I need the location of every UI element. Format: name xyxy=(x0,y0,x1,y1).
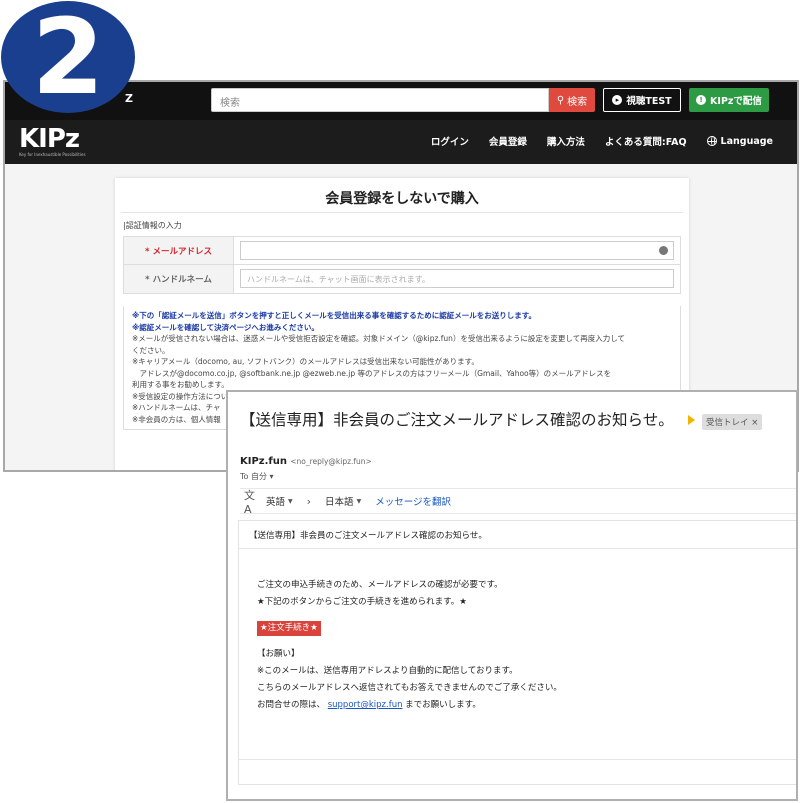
email-label: * メールアドレス xyxy=(124,237,234,264)
site-navbar: KIPz Key for Inexhaustible Possibilities… xyxy=(5,120,797,164)
key-icon xyxy=(659,246,668,255)
mail-window: 【送信専用】非会員のご注文メールアドレス確認のお知らせ。 受信トレイ × KIP… xyxy=(226,390,798,801)
mail-subject: 【送信専用】非会員のご注文メールアドレス確認のお知らせ。 xyxy=(240,411,674,429)
email-field[interactable] xyxy=(240,241,674,260)
target-language: 日本語 xyxy=(325,497,354,508)
form-divider xyxy=(121,212,683,213)
request-heading: 【お願い】 xyxy=(257,649,300,659)
support-email-link[interactable]: support@kipz.fun xyxy=(328,700,403,710)
search-button[interactable]: ⚲ 検索 xyxy=(549,88,595,112)
contact-prefix: お問合せの際は、 xyxy=(257,700,326,710)
nav-links: ログイン 会員登録 購入方法 よくある質問:FAQ Language xyxy=(431,134,773,149)
topbar-brand: Z xyxy=(125,92,133,105)
handle-row: * ハンドルネーム ハンドルネームは、チャット画面に表示されます。 xyxy=(124,265,680,293)
source-language: 英語 xyxy=(266,497,286,508)
source-language-select[interactable]: 英語 ▼ xyxy=(266,494,293,508)
chevron-right-icon: › xyxy=(306,494,312,508)
watch-test-label: 視聴TEST xyxy=(626,96,672,107)
notice-line: ください。 xyxy=(132,345,170,355)
handle-field[interactable]: ハンドルネームは、チャット画面に表示されます。 xyxy=(240,269,674,288)
nav-login[interactable]: ログイン xyxy=(431,134,469,148)
request-line: ※このメールは、送信専用アドレスより自動的に配信しております。 xyxy=(257,666,518,676)
kipz-logo[interactable]: KIPz Key for Inexhaustible Possibilities xyxy=(19,126,86,157)
stream-button[interactable]: ! KIPzで配信 xyxy=(689,88,769,112)
nav-how-to-buy[interactable]: 購入方法 xyxy=(547,134,585,148)
watch-test-button[interactable]: ▸ 視聴TEST xyxy=(603,88,681,112)
form-table: * メールアドレス * ハンドルネーム ハンドルネームは、チャット画面に表示され… xyxy=(123,236,681,294)
sender-address: <no_reply@kipz.fun> xyxy=(290,457,372,466)
search-icon: ⚲ xyxy=(556,94,565,106)
recipient-dropdown[interactable]: To 自分 ▾ xyxy=(240,471,274,482)
translate-bar: 文A 英語 ▼ › 日本語 ▼ メッセージを翻訳 xyxy=(240,488,796,516)
stream-label: KIPzで配信 xyxy=(710,96,762,107)
request-line: こちらのメールアドレスへ返信されてもお答えできませんのでご了承ください。 xyxy=(257,683,562,693)
nav-language-label: Language xyxy=(720,135,773,147)
form-title: 会員登録をしないで購入 xyxy=(325,191,479,207)
email-row: * メールアドレス xyxy=(124,237,680,265)
caret-down-icon: ▼ xyxy=(288,497,293,505)
sender-name: KIPz.fun xyxy=(240,456,288,467)
info-icon: ! xyxy=(696,95,707,105)
caret-down-icon: ▼ xyxy=(356,497,362,505)
body-line: ★下記のボタンからご注文の手続きを進められます。★ xyxy=(257,597,467,607)
mail-body-header: 【送信専用】非会員のご注文メールアドレス確認のお知らせ。 xyxy=(239,521,796,549)
mail-body-text: ご注文の申込手続きのため、メールアドレスの確認が必要です。 ★下記のボタンからご… xyxy=(257,577,562,714)
search-input[interactable]: 検索 xyxy=(211,88,549,112)
section-label: |認証情報の入力 xyxy=(123,221,182,230)
logo-mark: KIPz xyxy=(19,124,80,154)
important-marker-icon[interactable] xyxy=(688,415,695,425)
notice-line: アドレスが@docomo.co.jp, @softbank.ne.jp @ezw… xyxy=(132,368,612,378)
nav-language[interactable]: Language xyxy=(706,134,773,148)
search-button-label: 検索 xyxy=(567,96,588,108)
body-footer-divider xyxy=(239,759,796,760)
inbox-label-chip[interactable]: 受信トレイ × xyxy=(702,414,763,430)
contact-line: お問合せの際は、 support@kipz.fun までお願いします。 xyxy=(257,697,562,714)
contact-suffix: までお願いします。 xyxy=(405,700,481,710)
translate-icon: 文A xyxy=(244,488,255,516)
handle-label: * ハンドルネーム xyxy=(124,265,234,293)
target-language-select[interactable]: 日本語 ▼ xyxy=(325,494,361,508)
step-number-badge: 2 xyxy=(1,1,135,113)
mail-body: 【送信専用】非会員のご注文メールアドレス確認のお知らせ。 ご注文の申込手続きのた… xyxy=(238,520,796,785)
body-line: ご注文の申込手続きのため、メールアドレスの確認が必要です。 xyxy=(257,580,503,590)
notice-line: ※キャリアメール（docomo, au, ソフトバンク）のメールアドレスは受信出… xyxy=(132,357,479,366)
globe-icon xyxy=(706,136,717,146)
nav-register[interactable]: 会員登録 xyxy=(489,134,527,148)
sender-line: KIPz.fun <no_reply@kipz.fun> xyxy=(240,456,372,467)
nav-faq[interactable]: よくある質問:FAQ xyxy=(605,134,687,148)
notice-line: ※メールが受信されない場合は、迷惑メールや受信拒否設定を確認。対象ドメイン（@k… xyxy=(132,334,625,343)
play-icon: ▸ xyxy=(612,95,623,105)
notice-line: ※下の「認証メールを送信」ボタンを押すと正しくメールを受信出来る事を確認するため… xyxy=(132,311,537,320)
translate-message-link[interactable]: メッセージを翻訳 xyxy=(375,494,451,508)
logo-tagline: Key for Inexhaustible Possibilities xyxy=(19,152,86,157)
order-procedure-button[interactable]: ★注文手続き★ xyxy=(257,621,321,636)
notice-line: 利用する事をお勧めします。 xyxy=(132,380,229,389)
notice-line: ※認証メールを確認して決済ページへお進みください。 xyxy=(132,322,319,332)
